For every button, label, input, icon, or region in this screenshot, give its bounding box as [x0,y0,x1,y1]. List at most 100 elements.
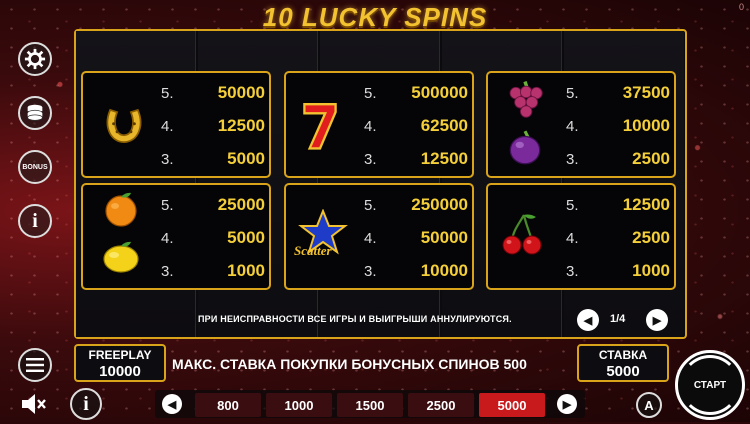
arrow-right-icon: ▶ [562,398,572,411]
payout-value: 12500 [217,116,265,135]
match-count: 3. [364,262,377,280]
stake-label: СТАВКА [598,348,648,362]
paytable-panel: 5. 50000 4. 12500 3. 5000 5. 500000 4. 62500 … [74,29,687,339]
match-count: 4. [161,117,174,135]
bet-option-1500[interactable]: 1500 [337,393,403,417]
horseshoe-icon [106,108,142,143]
arrow-left-icon: ◀ [583,314,593,327]
payout-value: 12500 [622,195,670,214]
info-icon: i [83,392,89,415]
info-button[interactable]: i [18,204,52,238]
settings-button[interactable] [18,42,52,76]
pay-row: 5. 250000 [364,195,468,215]
next-page-button[interactable]: ▶ [646,309,668,331]
match-count: 3. [566,262,579,280]
payout-value: 25000 [217,195,265,214]
bonus-button[interactable]: BONUS [18,150,52,184]
match-count: 5. [161,84,174,102]
match-count: 5. [566,196,579,214]
bet-option-800[interactable]: 800 [195,393,261,417]
match-count: 5. [364,196,377,214]
payout-value: 250000 [411,195,468,214]
sound-muted-icon [22,394,46,414]
bet-increase-button[interactable]: ▶ [557,394,577,414]
arrow-right-icon: ▶ [652,314,662,327]
pay-row: 3. 10000 [364,261,468,281]
seven-icon [303,103,337,150]
pay-row: 3. 1000 [161,261,265,281]
bet-option-2500[interactable]: 2500 [408,393,474,417]
coins-stack-icon [27,104,43,121]
pay-row: 3. 12500 [364,149,468,169]
freeplay-value: 10000 [99,363,141,380]
page-indicator: 1/4 [610,313,626,325]
bet-option-1000[interactable]: 1000 [266,393,332,417]
pay-row: 4. 50000 [364,228,468,248]
sound-toggle-button[interactable] [18,389,48,419]
match-count: 4. [566,117,579,135]
payout-value: 50000 [420,228,468,247]
freeplay-label: FREEPLAY [88,348,152,362]
pay-row: 3. 1000 [566,261,670,281]
coins-button[interactable] [18,96,52,130]
pay-row: 4. 62500 [364,116,468,136]
match-count: 3. [364,150,377,168]
malfunction-disclaimer: ПРИ НЕИСПРАВНОСТИ ВСЕ ИГРЫ И ВЫИГРЫШИ АН… [198,314,512,324]
autoplay-button[interactable]: A [636,392,662,418]
payout-value: 12500 [420,149,468,168]
match-count: 3. [161,262,174,280]
autoplay-icon: A [644,397,654,413]
pay-row: 5. 500000 [364,83,468,103]
stake-box: СТАВКА 5000 [577,344,669,382]
scatter-label: Scatter [294,243,332,258]
payout-value: 10000 [420,261,468,280]
match-count: 5. [161,196,174,214]
grapes-icon [509,81,543,118]
bet-decrease-button[interactable]: ◀ [162,394,182,414]
payout-value: 37500 [622,83,670,102]
plum-icon [509,130,541,165]
stake-value: 5000 [606,363,640,380]
paytable-card-grapes-plum: 5. 37500 4. 10000 3. 2500 [486,71,676,178]
lemon-icon [103,241,139,273]
payout-value: 10000 [622,116,670,135]
pay-row: 5. 25000 [161,195,265,215]
paytable-card-orange-lemon: 5. 25000 4. 5000 3. 1000 [81,183,271,290]
pay-row: 4. 5000 [161,228,265,248]
cherry-icon [502,214,542,255]
bet-option-5000[interactable]: 5000 [479,393,545,417]
pay-row: 5. 12500 [566,195,670,215]
match-count: 4. [566,229,579,247]
payout-value: 500000 [411,83,468,102]
arrow-left-icon: ◀ [167,398,177,411]
match-count: 4. [161,229,174,247]
payout-value: 1000 [632,261,670,280]
paytable-card-scatter: Scatter 5. 250000 4. 50000 3. 10000 [284,183,474,290]
hamburger-menu-icon [26,358,44,372]
match-count: 4. [364,117,377,135]
pay-row: 4. 12500 [161,116,265,136]
payout-value: 1000 [227,261,265,280]
pay-row: 5. 37500 [566,83,670,103]
pay-row: 5. 50000 [161,83,265,103]
match-count: 5. [566,84,579,102]
pay-row: 4. 10000 [566,116,670,136]
pay-row: 3. 5000 [161,149,265,169]
prev-page-button[interactable]: ◀ [577,309,599,331]
pay-row: 3. 2500 [566,149,670,169]
refresh-ring-icon [680,355,740,415]
bonus-label: BONUS [22,163,48,171]
payout-value: 2500 [632,149,670,168]
pay-row: 4. 2500 [566,228,670,248]
payout-value: 50000 [217,83,265,102]
info-bottom-button[interactable]: i [70,388,102,420]
payout-value: 62500 [420,116,468,135]
match-count: 5. [364,84,377,102]
max-bonus-bet-text: МАКС. СТАВКА ПОКУПКИ БОНУСНЫХ СПИНОВ 500 [172,356,527,372]
gear-icon [24,48,46,70]
match-count: 3. [566,150,579,168]
freeplay-box: FREEPLAY 10000 [74,344,166,382]
payout-value: 5000 [227,149,265,168]
payout-value: 5000 [227,228,265,247]
menu-button[interactable] [18,348,52,382]
